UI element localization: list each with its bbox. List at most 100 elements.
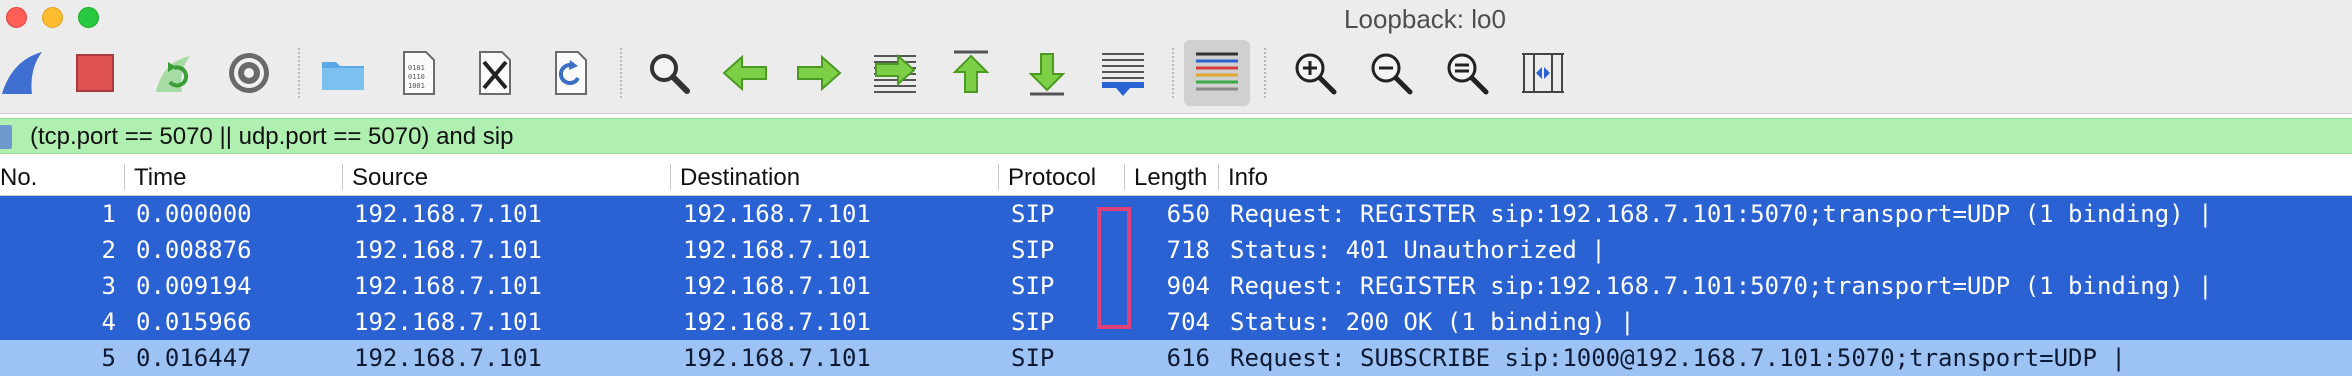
resize-columns-icon <box>1522 53 1564 93</box>
find-packet-icon <box>650 54 690 94</box>
column-header-source[interactable]: Source <box>352 164 428 192</box>
go-first-packet-icon <box>952 50 990 93</box>
packet-row[interactable]: 4 0.015966 192.168.7.101 192.168.7.101 S… <box>0 304 2352 340</box>
close-file-icon <box>479 51 511 95</box>
auto-scroll-icon <box>1102 53 1144 96</box>
close-file-button[interactable] <box>466 44 524 102</box>
packet-number: 3 <box>101 272 116 300</box>
display-filter-bar: (tcp.port == 5070 || udp.port == 5070) a… <box>0 118 2352 154</box>
go-to-packet-button[interactable] <box>866 44 924 102</box>
packet-source: 192.168.7.101 <box>354 200 542 228</box>
packet-row[interactable]: 3 0.009194 192.168.7.101 192.168.7.101 S… <box>0 268 2352 304</box>
stop-capture-icon <box>76 54 114 92</box>
column-header-destination[interactable]: Destination <box>680 164 800 192</box>
column-divider[interactable] <box>342 164 343 190</box>
packet-destination: 192.168.7.101 <box>683 200 871 228</box>
column-divider[interactable] <box>1218 164 1219 190</box>
packet-source: 192.168.7.101 <box>354 308 542 336</box>
reload-file-button[interactable] <box>542 44 600 102</box>
column-header-info[interactable]: Info <box>1228 164 1268 192</box>
column-header-protocol[interactable]: Protocol <box>1008 164 1096 192</box>
colorize-button[interactable] <box>1184 40 1250 106</box>
open-file-icon <box>322 62 364 90</box>
zoom-in-button[interactable] <box>1286 44 1344 102</box>
packet-list-header: No. Time Source Destination Protocol Len… <box>0 158 2352 196</box>
column-header-length[interactable]: Length <box>1134 164 1214 192</box>
svg-text:0110: 0110 <box>408 73 425 81</box>
packet-destination: 192.168.7.101 <box>683 344 871 372</box>
save-file-button[interactable]: 0101 0110 1001 <box>390 44 448 102</box>
packet-info: Request: REGISTER sip:192.168.7.101:5070… <box>1230 272 2213 300</box>
auto-scroll-button[interactable] <box>1094 44 1152 102</box>
packet-info: Status: 200 OK (1 binding) | <box>1230 308 1635 336</box>
packet-time: 0.000000 <box>136 200 252 228</box>
packet-time: 0.015966 <box>136 308 252 336</box>
capture-options-icon <box>229 53 269 93</box>
zoom-reset-icon <box>1447 53 1489 95</box>
display-filter-input[interactable]: (tcp.port == 5070 || udp.port == 5070) a… <box>30 123 513 151</box>
go-back-button[interactable] <box>716 44 774 102</box>
zoom-out-button[interactable] <box>1362 44 1420 102</box>
find-packet-button[interactable] <box>640 44 698 102</box>
colorize-icon <box>1196 52 1238 91</box>
go-forward-icon <box>797 54 842 92</box>
column-divider[interactable] <box>670 164 671 190</box>
packet-time: 0.016447 <box>136 344 252 372</box>
title-bar: Loopback: lo0 <box>0 0 2352 34</box>
restart-capture-icon <box>156 56 190 92</box>
capture-options-button[interactable] <box>220 44 278 102</box>
save-file-icon: 0101 0110 1001 <box>403 51 435 95</box>
resize-columns-button[interactable] <box>1514 44 1572 102</box>
column-header-no[interactable]: No. <box>0 164 37 192</box>
packet-source: 192.168.7.101 <box>354 236 542 264</box>
packet-number: 2 <box>101 236 116 264</box>
go-first-packet-button[interactable] <box>942 44 1000 102</box>
zoom-out-icon <box>1371 53 1413 95</box>
packet-number: 1 <box>101 200 116 228</box>
packet-protocol: SIP <box>1011 308 1055 336</box>
open-file-button[interactable] <box>314 44 372 102</box>
packet-row[interactable]: 1 0.000000 192.168.7.101 192.168.7.101 S… <box>0 196 2352 232</box>
packet-destination: 192.168.7.101 <box>683 272 871 300</box>
start-capture-button[interactable] <box>0 44 52 102</box>
packet-info: Request: SUBSCRIBE sip:1000@192.168.7.10… <box>1230 344 2126 372</box>
packet-protocol: SIP <box>1011 200 1055 228</box>
toolbar-separator <box>1172 48 1174 98</box>
packet-info: Status: 401 Unauthorized | <box>1230 236 1606 264</box>
annotation-highlight-box <box>1097 207 1131 329</box>
packet-protocol: SIP <box>1011 236 1055 264</box>
window-title: Loopback: lo0 <box>1344 4 1506 34</box>
packet-protocol: SIP <box>1011 272 1055 300</box>
svg-text:0101: 0101 <box>408 64 425 72</box>
column-divider[interactable] <box>124 164 125 190</box>
toolbar-separator <box>298 48 300 98</box>
packet-length: 904 <box>1166 272 1210 300</box>
packet-row[interactable]: 5 0.016447 192.168.7.101 192.168.7.101 S… <box>0 340 2352 376</box>
shark-fin-icon <box>2 52 42 94</box>
packet-protocol: SIP <box>1011 344 1055 372</box>
zoom-reset-button[interactable] <box>1438 44 1496 102</box>
packet-source: 192.168.7.101 <box>354 344 542 372</box>
go-forward-button[interactable] <box>790 44 848 102</box>
packet-info: Request: REGISTER sip:192.168.7.101:5070… <box>1230 200 2213 228</box>
reload-file-icon <box>555 51 587 95</box>
packet-destination: 192.168.7.101 <box>683 308 871 336</box>
column-divider[interactable] <box>1124 164 1125 190</box>
restart-capture-button[interactable] <box>144 44 202 102</box>
svg-text:1001: 1001 <box>408 82 425 90</box>
zoom-in-icon <box>1295 53 1337 95</box>
stop-capture-button[interactable] <box>66 44 124 102</box>
column-divider[interactable] <box>998 164 999 190</box>
packet-length: 650 <box>1166 200 1210 228</box>
packet-row[interactable]: 2 0.008876 192.168.7.101 192.168.7.101 S… <box>0 232 2352 268</box>
packet-time: 0.009194 <box>136 272 252 300</box>
go-last-packet-icon <box>1028 53 1066 96</box>
packet-length: 718 <box>1166 236 1210 264</box>
go-last-packet-button[interactable] <box>1018 44 1076 102</box>
packet-length: 616 <box>1166 344 1210 372</box>
column-header-time[interactable]: Time <box>134 164 186 192</box>
filter-bookmark-icon[interactable] <box>0 125 12 149</box>
go-to-packet-icon <box>874 53 916 93</box>
packet-number: 4 <box>101 308 116 336</box>
toolbar-separator <box>1264 48 1266 98</box>
